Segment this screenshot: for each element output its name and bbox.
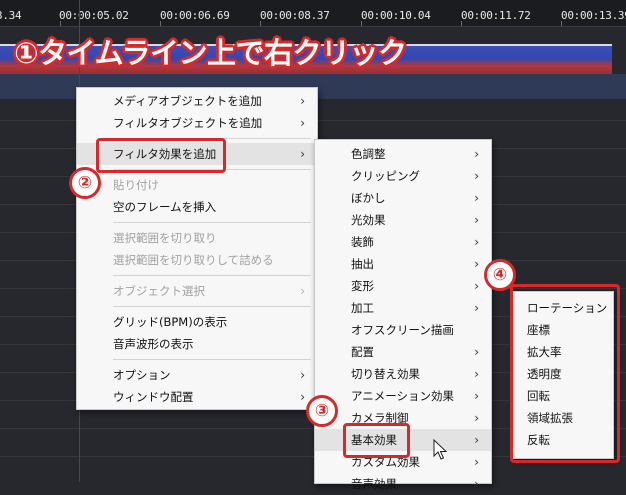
chevron-right-icon: › (300, 284, 305, 298)
menu-item-label: 変形 (351, 279, 374, 293)
menu-item-label: 切り替え効果 (351, 367, 420, 381)
menu-item-audio-effect[interactable]: 音声効果 › (315, 473, 491, 495)
chevron-right-icon: › (300, 147, 305, 161)
menu-item-label: オブジェクト選択 (113, 284, 205, 298)
menu-item-add-media-object[interactable]: メディアオブジェクトを追加 › (77, 90, 317, 112)
menu-item-label: アニメーション効果 (351, 389, 455, 403)
ruler-tick (60, 21, 61, 26)
chevron-right-icon: › (474, 257, 479, 271)
ruler-time-label: 00:00:08.37 (260, 9, 330, 22)
ruler-time-label: 00:00:05.02 (59, 9, 129, 22)
menu-item-object-select[interactable]: オブジェクト選択 › (77, 280, 317, 302)
menu-item-color-adjust[interactable]: 色調整 › (315, 143, 491, 165)
menu-item-show-waveform[interactable]: 音声波形の表示 (77, 333, 317, 355)
menu-item-label: ぼかし (351, 191, 386, 205)
chevron-right-icon: › (300, 116, 305, 130)
menu-item-label: 選択範囲を切り取り (113, 231, 217, 245)
menu-item-process[interactable]: 加工 › (315, 297, 491, 319)
chevron-right-icon: › (474, 301, 479, 315)
menu-item-label: グリッド(BPM)の表示 (113, 315, 228, 329)
chevron-right-icon: › (474, 411, 479, 425)
timeline-ruler[interactable]: 3.34 00:00:05.02 00:00:06.69 00:00:08.37… (0, 0, 626, 27)
ruler-tick (260, 21, 261, 26)
menu-separator (113, 359, 311, 360)
mouse-cursor-icon (433, 439, 447, 460)
menu-item-transform[interactable]: 変形 › (315, 275, 491, 297)
menu-item-label: 音声効果 (351, 477, 397, 491)
chevron-right-icon: › (474, 235, 479, 249)
ruler-time-label: 00:00:06.69 (160, 9, 230, 22)
ruler-tick (561, 21, 562, 26)
menu-item-label: 光効果 (351, 213, 386, 227)
annotation-highlight-box (96, 138, 226, 173)
menu-item-placement[interactable]: 配置 › (315, 341, 491, 363)
ruler-tick (361, 21, 362, 26)
menu-item-label: メディアオブジェクトを追加 (113, 94, 262, 108)
menu-item-label: 抽出 (351, 257, 374, 271)
menu-item-add-filter-object[interactable]: フィルタオブジェクトを追加 › (77, 112, 317, 134)
chevron-right-icon: › (474, 169, 479, 183)
step-badge: ④ (484, 259, 516, 291)
menu-item-light-effect[interactable]: 光効果 › (315, 209, 491, 231)
menu-item-insert-empty-frame[interactable]: 空のフレームを挿入 (77, 196, 317, 218)
menu-item-label: 加工 (351, 301, 374, 315)
annotation-highlight-box (343, 423, 410, 458)
menu-item-label: 配置 (351, 345, 374, 359)
chevron-right-icon: › (474, 367, 479, 381)
ruler-time-label: 00:00:10.04 (361, 9, 431, 22)
context-menu: メディアオブジェクトを追加 › フィルタオブジェクトを追加 › フィルタ効果を追… (76, 87, 318, 410)
menu-item-label: 装飾 (351, 235, 374, 249)
chevron-right-icon: › (474, 433, 479, 447)
menu-item-label: 選択範囲を切り取りして詰める (113, 253, 274, 267)
menu-item-decoration[interactable]: 装飾 › (315, 231, 491, 253)
menu-item-window-layout[interactable]: ウィンドウ配置 › (77, 386, 317, 408)
menu-item-cut-selection[interactable]: 選択範囲を切り取り (77, 227, 317, 249)
chevron-right-icon: › (474, 191, 479, 205)
menu-item-show-grid-bpm[interactable]: グリッド(BPM)の表示 (77, 311, 317, 333)
ruler-tick (160, 21, 161, 26)
menu-item-label: 色調整 (351, 147, 386, 161)
menu-separator (113, 275, 311, 276)
chevron-right-icon: › (474, 213, 479, 227)
chevron-right-icon: › (474, 477, 479, 491)
menu-item-label: クリッピング (351, 169, 420, 183)
menu-item-transition-effect[interactable]: 切り替え効果 › (315, 363, 491, 385)
menu-item-options[interactable]: オプション › (77, 364, 317, 386)
ruler-time-label: 3.34 (0, 9, 22, 22)
step-badge: ③ (306, 395, 338, 427)
menu-item-label: 空のフレームを挿入 (113, 200, 217, 214)
menu-item-label: オフスクリーン描画 (351, 323, 454, 337)
menu-item-paste[interactable]: 貼り付け (77, 174, 317, 196)
step-badge: ② (69, 167, 101, 199)
menu-item-offscreen-render[interactable]: オフスクリーン描画 (315, 319, 491, 341)
menu-item-animation-effect[interactable]: アニメーション効果 › (315, 385, 491, 407)
ruler-time-label: 00:00:13.39 (561, 9, 626, 22)
menu-item-clipping[interactable]: クリッピング › (315, 165, 491, 187)
menu-separator (113, 222, 311, 223)
chevron-right-icon: › (474, 455, 479, 469)
annotation-caption: ①タイムライン上で右クリック (14, 36, 407, 70)
menu-item-label: 貼り付け (113, 178, 159, 192)
ruler-tick (461, 21, 462, 26)
chevron-right-icon: › (474, 345, 479, 359)
menu-item-label: フィルタオブジェクトを追加 (113, 116, 263, 130)
menu-item-label: 音声波形の表示 (113, 337, 194, 351)
chevron-right-icon: › (300, 390, 305, 404)
menu-item-label: ウィンドウ配置 (113, 390, 194, 404)
menu-separator (113, 306, 311, 307)
chevron-right-icon: › (300, 368, 305, 382)
menu-item-label: オプション (113, 368, 171, 382)
menu-item-extract[interactable]: 抽出 › (315, 253, 491, 275)
menu-item-blur[interactable]: ぼかし › (315, 187, 491, 209)
ruler-time-label: 00:00:11.72 (461, 9, 531, 22)
annotation-highlight-box (510, 284, 620, 463)
chevron-right-icon: › (474, 147, 479, 161)
chevron-right-icon: › (474, 279, 479, 293)
chevron-right-icon: › (474, 389, 479, 403)
menu-item-cut-and-close-gap[interactable]: 選択範囲を切り取りして詰める (77, 249, 317, 271)
chevron-right-icon: › (300, 94, 305, 108)
